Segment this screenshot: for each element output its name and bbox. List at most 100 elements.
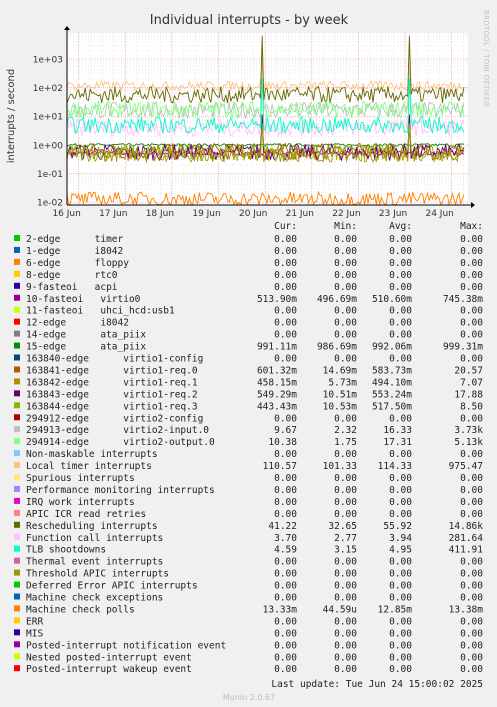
- legend-value: 17.88: [454, 389, 483, 400]
- legend-swatch: [14, 318, 20, 325]
- legend-value: 114.33: [378, 461, 412, 472]
- chart: Individual interrupts - by week RRDTOOL …: [0, 0, 497, 707]
- legend-value: 1.75: [334, 437, 357, 448]
- legend-swatch: [14, 330, 20, 337]
- legend-value: 0.00: [334, 258, 357, 269]
- x-tick-label: 22 Jun: [332, 209, 360, 219]
- legend-value: 0.00: [334, 234, 357, 245]
- legend-value: 14.86k: [449, 521, 484, 532]
- legend-value: 0.00: [274, 306, 297, 317]
- x-tick-label: 18 Jun: [146, 209, 174, 219]
- legend-value: 0.00: [389, 485, 412, 496]
- legend-value: 992.06m: [372, 342, 412, 353]
- legend-value: 510.60m: [372, 294, 412, 305]
- legend-label: 163842-edge virtio1-req.1: [26, 377, 198, 388]
- footer-version: Munin 2.0.67: [223, 693, 275, 702]
- y-tick-label: 1e+03: [33, 55, 63, 65]
- legend-label: 163844-edge virtio1-req.3: [26, 401, 198, 412]
- legend-swatch: [14, 593, 20, 600]
- legend-label: 10-fasteoi virtio0: [26, 294, 141, 305]
- legend-value: 2.77: [334, 533, 357, 544]
- legend-label: 2-edge timer: [26, 234, 124, 245]
- legend-value: 0.00: [460, 509, 483, 520]
- legend-swatch: [14, 485, 20, 492]
- legend-value: 0.00: [460, 664, 483, 675]
- legend-swatch: [14, 342, 20, 349]
- legend-value: 458.15m: [257, 377, 297, 388]
- legend-value: 0.00: [334, 628, 357, 639]
- legend-value: 3.94: [389, 533, 412, 544]
- legend-value: 0.00: [389, 473, 412, 484]
- legend-value: 975.47: [449, 461, 483, 472]
- legend-value: 0.00: [460, 330, 483, 341]
- legend-label: 294912-edge virtio2-config: [26, 413, 203, 424]
- legend-value: 411.91: [449, 545, 484, 556]
- legend-swatch: [14, 378, 20, 385]
- legend-value: 0.00: [274, 258, 297, 269]
- legend-value: 0.00: [389, 581, 412, 592]
- legend-swatch: [14, 246, 20, 253]
- legend-value: 0.00: [334, 282, 357, 293]
- legend-swatch: [14, 533, 20, 540]
- legend-value: 0.00: [389, 246, 412, 257]
- legend-value: 0.00: [460, 485, 483, 496]
- legend-value: 0.00: [334, 330, 357, 341]
- legend-label: Performance monitoring interrupts: [26, 485, 215, 496]
- legend-swatch: [14, 282, 20, 289]
- x-tick-label: 24 Jun: [425, 209, 453, 219]
- legend-label: 294914-edge virtio2-output.0: [26, 437, 215, 448]
- legend-value: 549.29m: [257, 389, 297, 400]
- legend-value: 0.00: [274, 664, 297, 675]
- legend-value: 0.00: [274, 569, 297, 580]
- legend-value: 0.00: [334, 413, 357, 424]
- x-tick-label: 17 Jun: [99, 209, 127, 219]
- legend-swatch: [14, 581, 20, 588]
- legend-value: 0.00: [274, 354, 297, 365]
- legend-value: 443.43m: [257, 401, 297, 412]
- legend-value: 0.00: [274, 330, 297, 341]
- legend-header: Avg:: [389, 221, 412, 232]
- legend-value: 4.59: [274, 545, 297, 556]
- legend-value: 281.64: [449, 533, 484, 544]
- legend-value: 0.00: [389, 270, 412, 281]
- legend-value: 4.95: [389, 545, 412, 556]
- legend-label: TLB shootdowns: [26, 545, 106, 556]
- legend-label: Non-maskable interrupts: [26, 449, 158, 460]
- legend-label: MIS: [26, 628, 43, 639]
- legend-value: 0.00: [274, 234, 297, 245]
- y-tick-label: 1e-01: [37, 170, 63, 180]
- legend-value: 494.10m: [372, 377, 412, 388]
- legend-value: 44.59u: [323, 604, 357, 615]
- legend-value: 0.00: [334, 318, 357, 329]
- legend-value: 0.00: [334, 449, 357, 460]
- legend-label: Deferred Error APIC interrupts: [26, 581, 198, 592]
- legend-value: 0.00: [334, 509, 357, 520]
- legend-value: 0.00: [334, 246, 357, 257]
- legend-label: APIC ICR read retries: [26, 509, 146, 520]
- x-tick-label: 16 Jun: [52, 209, 80, 219]
- legend-value: 745.38m: [443, 294, 483, 305]
- legend-value: 0.00: [460, 246, 483, 257]
- legend-value: 0.00: [460, 270, 483, 281]
- legend-value: 0.00: [334, 640, 357, 651]
- legend-value: 20.57: [454, 365, 483, 376]
- legend-value: 55.92: [383, 521, 412, 532]
- y-tick-label: 1e+00: [33, 141, 64, 151]
- legend-value: 0.00: [274, 557, 297, 568]
- side-label: RRDTOOL / TOBI OETIKER: [482, 10, 490, 107]
- legend-value: 986.69m: [317, 342, 357, 353]
- legend-swatch: [14, 474, 20, 480]
- legend-value: 517.50m: [372, 401, 412, 412]
- chart-title: Individual interrupts - by week: [150, 13, 349, 28]
- legend-value: 0.00: [274, 413, 297, 424]
- legend-value: 0.00: [460, 628, 483, 639]
- legend-value: 0.00: [274, 497, 297, 508]
- legend-value: 0.00: [460, 449, 483, 460]
- legend-label: 11-fasteoi uhci_hcd:usb1: [26, 306, 175, 317]
- legend-label: Function call interrupts: [26, 533, 163, 544]
- legend-value: 0.00: [274, 485, 297, 496]
- legend-swatch: [14, 665, 20, 672]
- legend-swatch: [14, 306, 20, 313]
- legend-swatch: [14, 270, 20, 277]
- legend-value: 0.00: [274, 581, 297, 592]
